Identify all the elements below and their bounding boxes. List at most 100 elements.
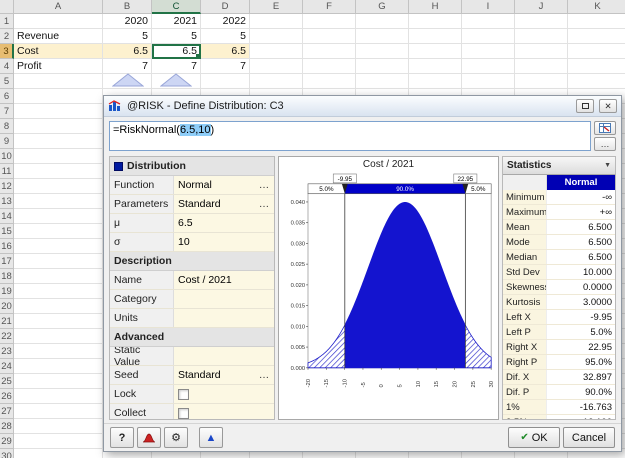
cell-J1[interactable]	[515, 14, 568, 29]
row-header-14[interactable]: 14	[0, 209, 14, 224]
cell-I2[interactable]	[462, 29, 515, 44]
cell-H1[interactable]	[409, 14, 462, 29]
row-header-11[interactable]: 11	[0, 164, 14, 179]
cell-A7[interactable]	[14, 104, 103, 119]
help-button[interactable]: ?	[110, 427, 134, 448]
row-header-16[interactable]: 16	[0, 239, 14, 254]
select-all-corner[interactable]	[0, 0, 14, 14]
row-header-27[interactable]: 27	[0, 404, 14, 419]
cell-J3[interactable]	[515, 44, 568, 59]
cell-A25[interactable]	[14, 374, 103, 389]
cell-A8[interactable]	[14, 119, 103, 134]
property-value[interactable]	[174, 347, 274, 365]
cell-F1[interactable]	[303, 14, 356, 29]
cell-I5[interactable]	[462, 74, 515, 89]
column-header-B[interactable]: B	[103, 0, 152, 14]
cell-C2[interactable]: 5	[152, 29, 201, 44]
cell-E2[interactable]	[250, 29, 303, 44]
column-header-F[interactable]: F	[303, 0, 356, 14]
cell-A13[interactable]	[14, 194, 103, 209]
formula-input[interactable]: =RiskNormal(6.5,10)	[109, 121, 591, 151]
row-header-15[interactable]: 15	[0, 224, 14, 239]
cell-F5[interactable]	[303, 74, 356, 89]
cell-B1[interactable]: 2020	[103, 14, 152, 29]
cell-I1[interactable]	[462, 14, 515, 29]
column-header-D[interactable]: D	[201, 0, 250, 14]
row-header-21[interactable]: 21	[0, 314, 14, 329]
cell-A26[interactable]	[14, 389, 103, 404]
distribution-palette-button[interactable]: ▲	[199, 427, 223, 448]
dialog-titlebar[interactable]: @RISK - Define Distribution: C3 ✕	[104, 96, 621, 117]
cell-A21[interactable]	[14, 314, 103, 329]
cell-A27[interactable]	[14, 404, 103, 419]
cell-J4[interactable]	[515, 59, 568, 74]
cell-G5[interactable]	[356, 74, 409, 89]
row-header-8[interactable]: 8	[0, 119, 14, 134]
cell-E3[interactable]	[250, 44, 303, 59]
cell-K4[interactable]	[568, 59, 625, 74]
cell-G3[interactable]	[356, 44, 409, 59]
cell-K3[interactable]	[568, 44, 625, 59]
cell-H4[interactable]	[409, 59, 462, 74]
cell-A29[interactable]	[14, 434, 103, 449]
cell-C4[interactable]: 7	[152, 59, 201, 74]
cell-A10[interactable]	[14, 149, 103, 164]
property-value[interactable]: Standard…	[174, 195, 274, 213]
cell-A23[interactable]	[14, 344, 103, 359]
cell-D3[interactable]: 6.5	[201, 44, 250, 59]
cell-I3[interactable]	[462, 44, 515, 59]
row-header-3[interactable]: 3	[0, 44, 14, 59]
property-value[interactable]: Normal…	[174, 176, 274, 194]
cell-E5[interactable]	[250, 74, 303, 89]
row-header-7[interactable]: 7	[0, 104, 14, 119]
column-header-K[interactable]: K	[568, 0, 625, 14]
cell-J5[interactable]	[515, 74, 568, 89]
property-value[interactable]	[174, 290, 274, 308]
row-header-2[interactable]: 2	[0, 29, 14, 44]
column-header-C[interactable]: C	[152, 0, 201, 14]
cell-A6[interactable]	[14, 89, 103, 104]
cell-D1[interactable]: 2022	[201, 14, 250, 29]
cell-F4[interactable]	[303, 59, 356, 74]
column-header-E[interactable]: E	[250, 0, 303, 14]
cell-F3[interactable]	[303, 44, 356, 59]
row-header-1[interactable]: 1	[0, 14, 14, 29]
column-header-I[interactable]: I	[462, 0, 515, 14]
cell-A24[interactable]	[14, 359, 103, 374]
cell-A16[interactable]	[14, 239, 103, 254]
cell-A11[interactable]	[14, 164, 103, 179]
cell-A19[interactable]	[14, 284, 103, 299]
row-header-17[interactable]: 17	[0, 254, 14, 269]
cell-A4[interactable]: Profit	[14, 59, 103, 74]
close-button[interactable]: ✕	[599, 99, 617, 113]
row-header-9[interactable]: 9	[0, 134, 14, 149]
row-header-23[interactable]: 23	[0, 344, 14, 359]
column-header-A[interactable]: A	[14, 0, 103, 14]
maximize-button[interactable]	[576, 99, 594, 113]
settings-button[interactable]: ⚙	[164, 427, 188, 448]
cell-A3[interactable]: Cost	[14, 44, 103, 59]
row-header-30[interactable]: 30	[0, 449, 14, 458]
checkbox[interactable]	[178, 407, 189, 419]
cell-B4[interactable]: 7	[103, 59, 152, 74]
column-header-J[interactable]: J	[515, 0, 568, 14]
statistics-dropdown[interactable]: Statistics ▼	[503, 157, 615, 175]
cell-A9[interactable]	[14, 134, 103, 149]
row-header-12[interactable]: 12	[0, 179, 14, 194]
row-header-5[interactable]: 5	[0, 74, 14, 89]
cell-D2[interactable]: 5	[201, 29, 250, 44]
ellipsis-button[interactable]: …	[258, 179, 270, 191]
property-value[interactable]: 10	[174, 233, 274, 251]
cell-B2[interactable]: 5	[103, 29, 152, 44]
cell-A18[interactable]	[14, 269, 103, 284]
ellipsis-button[interactable]: …	[258, 198, 270, 210]
column-header-H[interactable]: H	[409, 0, 462, 14]
cell-E4[interactable]	[250, 59, 303, 74]
cell-K1[interactable]	[568, 14, 625, 29]
cell-B3[interactable]: 6.5	[103, 44, 152, 59]
cell-I4[interactable]	[462, 59, 515, 74]
property-value[interactable]	[174, 404, 274, 419]
row-header-19[interactable]: 19	[0, 284, 14, 299]
cell-J2[interactable]	[515, 29, 568, 44]
cell-A5[interactable]	[14, 74, 103, 89]
